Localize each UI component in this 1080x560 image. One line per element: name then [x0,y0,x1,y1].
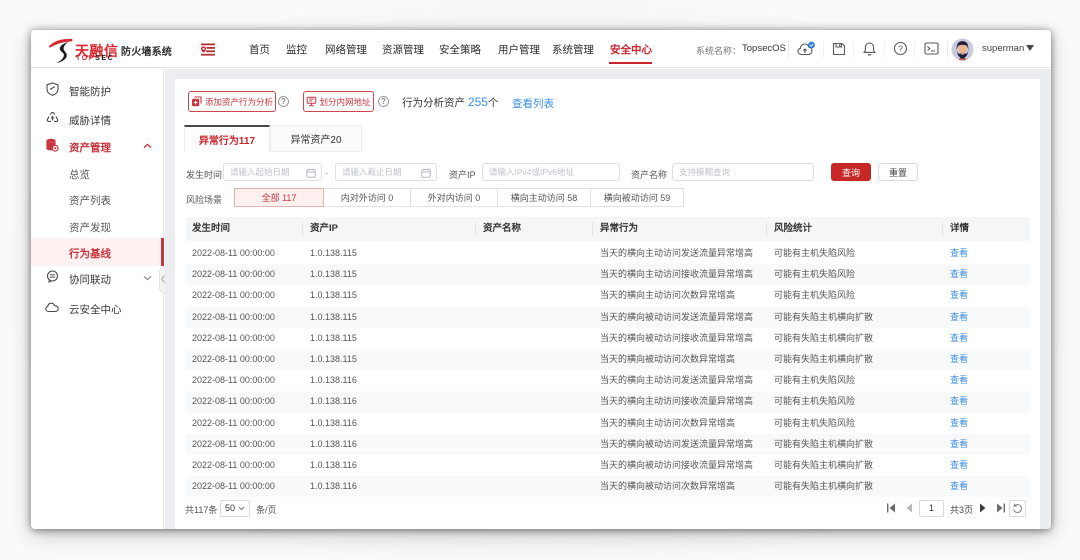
svg-text:?: ? [898,43,903,53]
